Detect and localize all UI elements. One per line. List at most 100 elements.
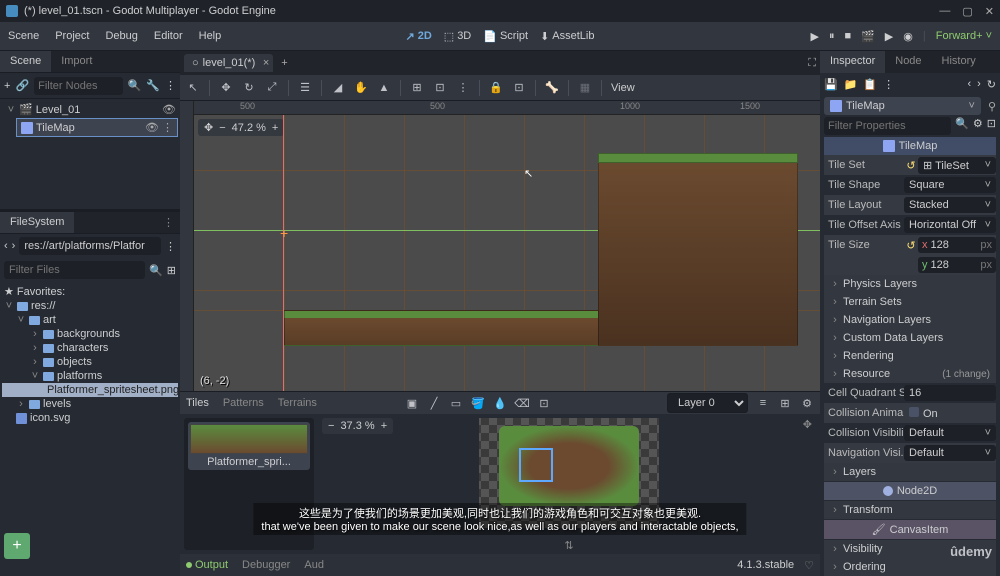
- add-node-icon[interactable]: +: [4, 80, 10, 92]
- close-icon[interactable]: ✕: [985, 5, 994, 18]
- forward-icon[interactable]: ›: [12, 240, 16, 252]
- fs-file-icon[interactable]: icon.svg: [2, 411, 178, 425]
- menu-project[interactable]: Project: [55, 30, 89, 42]
- reset-icon[interactable]: ↺: [904, 239, 918, 252]
- more-icon[interactable]: ⋮: [165, 79, 176, 92]
- menu-scene[interactable]: Scene: [8, 30, 39, 42]
- scene-filter-input[interactable]: [34, 77, 122, 95]
- prop-tileshape[interactable]: Tile Shape Square˅: [824, 175, 996, 195]
- tab-output[interactable]: Output: [186, 559, 228, 571]
- center-view-icon[interactable]: ✥: [803, 418, 812, 431]
- expand-icon[interactable]: ⊡: [987, 117, 996, 135]
- tab-node[interactable]: Node: [885, 51, 931, 73]
- movie-icon[interactable]: ◉: [903, 30, 913, 43]
- zoom-out-icon[interactable]: −: [219, 122, 225, 134]
- tab-scene[interactable]: Scene: [0, 51, 51, 72]
- menu-editor[interactable]: Editor: [154, 30, 183, 42]
- instance-icon[interactable]: 🔗: [15, 79, 29, 92]
- lock-icon[interactable]: ⋮: [162, 121, 173, 134]
- mode-3d[interactable]: ⬚3D: [444, 30, 471, 43]
- back-icon[interactable]: ‹: [4, 240, 8, 252]
- fs-folder-characters[interactable]: ›characters: [2, 341, 178, 355]
- mode-script[interactable]: 📄Script: [483, 30, 528, 43]
- section-physics[interactable]: ›Physics Layers: [824, 275, 996, 293]
- add-button[interactable]: +: [4, 533, 30, 559]
- prop-tileset[interactable]: Tile Set ↺ ⊞ TileSet˅: [824, 155, 996, 175]
- play-icon[interactable]: ▶: [810, 30, 818, 43]
- center-icon[interactable]: ✥: [204, 121, 213, 134]
- maximize-icon[interactable]: ▢: [962, 5, 972, 18]
- select-tool-icon[interactable]: ↖: [186, 81, 200, 95]
- history-icon[interactable]: ↻: [987, 78, 996, 91]
- view-menu[interactable]: View: [611, 82, 635, 94]
- snap-options-icon[interactable]: ⊡: [433, 81, 447, 95]
- snap-config-icon[interactable]: ⋮: [456, 81, 470, 95]
- inspector-filter-input[interactable]: [824, 117, 951, 135]
- tool-icon[interactable]: ⚙: [973, 117, 983, 135]
- ruler-tool-icon[interactable]: ◢: [331, 81, 345, 95]
- fs-folder-backgrounds[interactable]: ›backgrounds: [2, 327, 178, 341]
- scene-root-node[interactable]: ˅🎬 Level_01 👁: [2, 101, 178, 118]
- section-ordering[interactable]: ›Ordering: [824, 558, 996, 576]
- pause-icon[interactable]: ⏸: [829, 30, 835, 43]
- zoom-out-icon[interactable]: −: [328, 420, 334, 432]
- fs-folder-levels[interactable]: ›levels: [2, 397, 178, 411]
- zoom-in-icon[interactable]: +: [381, 420, 387, 432]
- class-canvasitem[interactable]: 🖌CanvasItem: [824, 520, 996, 539]
- pin-icon[interactable]: ⚲: [988, 100, 1000, 113]
- scale-tool-icon[interactable]: ⤢: [265, 81, 279, 95]
- list-tool-icon[interactable]: ☰: [298, 81, 312, 95]
- mode-2d[interactable]: ↗2D: [406, 30, 432, 43]
- mode-assetlib[interactable]: ⬇AssetLib: [540, 30, 594, 43]
- paint-eraser-icon[interactable]: ⌫: [515, 396, 529, 410]
- checkbox-icon[interactable]: [909, 407, 919, 417]
- save-icon[interactable]: 💾: [824, 78, 838, 91]
- override-icon[interactable]: ▦: [578, 81, 592, 95]
- minimize-icon[interactable]: —: [939, 5, 950, 18]
- grid-toggle-icon[interactable]: ⊞: [778, 396, 792, 410]
- search-icon[interactable]: 🔍: [955, 117, 969, 135]
- visibility-toggle-icon[interactable]: 👁: [162, 103, 174, 116]
- prop-tilesize-y[interactable]: y128px: [824, 255, 996, 275]
- tool-icon[interactable]: 🔧: [146, 79, 160, 92]
- tab-inspector[interactable]: Inspector: [820, 51, 885, 73]
- prop-collanim[interactable]: Collision Anima... On: [824, 403, 996, 423]
- prop-collvis[interactable]: Collision Visibili... Default˅: [824, 423, 996, 443]
- snap-tool-icon[interactable]: ▲: [377, 81, 391, 95]
- zoom-in-icon[interactable]: +: [272, 122, 278, 134]
- section-resource[interactable]: ›Resource(1 change): [824, 365, 996, 383]
- section-rendering[interactable]: ›Rendering: [824, 347, 996, 365]
- section-layers[interactable]: ›Layers: [824, 463, 996, 481]
- fs-path-input[interactable]: [19, 237, 161, 255]
- heart-icon[interactable]: ♡: [804, 559, 814, 572]
- paint-random-icon[interactable]: ⊡: [537, 396, 551, 410]
- tab-patterns[interactable]: Patterns: [223, 397, 264, 409]
- prop-tilelayout[interactable]: Tile Layout Stacked˅: [824, 195, 996, 215]
- lock-icon[interactable]: 🔒: [489, 81, 503, 95]
- section-transform[interactable]: ›Transform: [824, 501, 996, 519]
- tab-terrains[interactable]: Terrains: [278, 397, 317, 409]
- tab-tiles[interactable]: Tiles: [186, 397, 209, 409]
- tab-history[interactable]: History: [932, 51, 986, 73]
- pan-tool-icon[interactable]: ✋: [354, 81, 368, 95]
- close-tab-icon[interactable]: ×: [263, 57, 269, 69]
- tab-import[interactable]: Import: [51, 51, 102, 72]
- section-custom[interactable]: ›Custom Data Layers: [824, 329, 996, 347]
- layer-select[interactable]: Layer 0: [667, 393, 748, 413]
- reset-icon[interactable]: ↺: [904, 159, 918, 172]
- fs-folder-art[interactable]: ˅art: [2, 313, 178, 327]
- group-icon[interactable]: ⊡: [512, 81, 526, 95]
- prop-tileoffset[interactable]: Tile Offset Axis Horizontal Off˅: [824, 215, 996, 235]
- folder-icon[interactable]: 📁: [844, 78, 858, 91]
- stop-icon[interactable]: ■: [844, 30, 851, 42]
- play-custom-icon[interactable]: ▶: [885, 30, 893, 43]
- search-icon[interactable]: 🔍: [149, 264, 163, 277]
- snap-grid-icon[interactable]: ⊞: [410, 81, 424, 95]
- fs-folder-platforms[interactable]: ˅platforms: [2, 369, 178, 383]
- tab-filesystem[interactable]: FileSystem: [0, 212, 74, 233]
- paint-rect-icon[interactable]: ▭: [449, 396, 463, 410]
- document-tab[interactable]: ○ level_01(*) ×: [184, 54, 273, 72]
- section-terrain[interactable]: ›Terrain Sets: [824, 293, 996, 311]
- more-icon[interactable]: ⋮: [883, 78, 894, 91]
- zoom-control[interactable]: ✥ − 47.2 % +: [198, 119, 284, 136]
